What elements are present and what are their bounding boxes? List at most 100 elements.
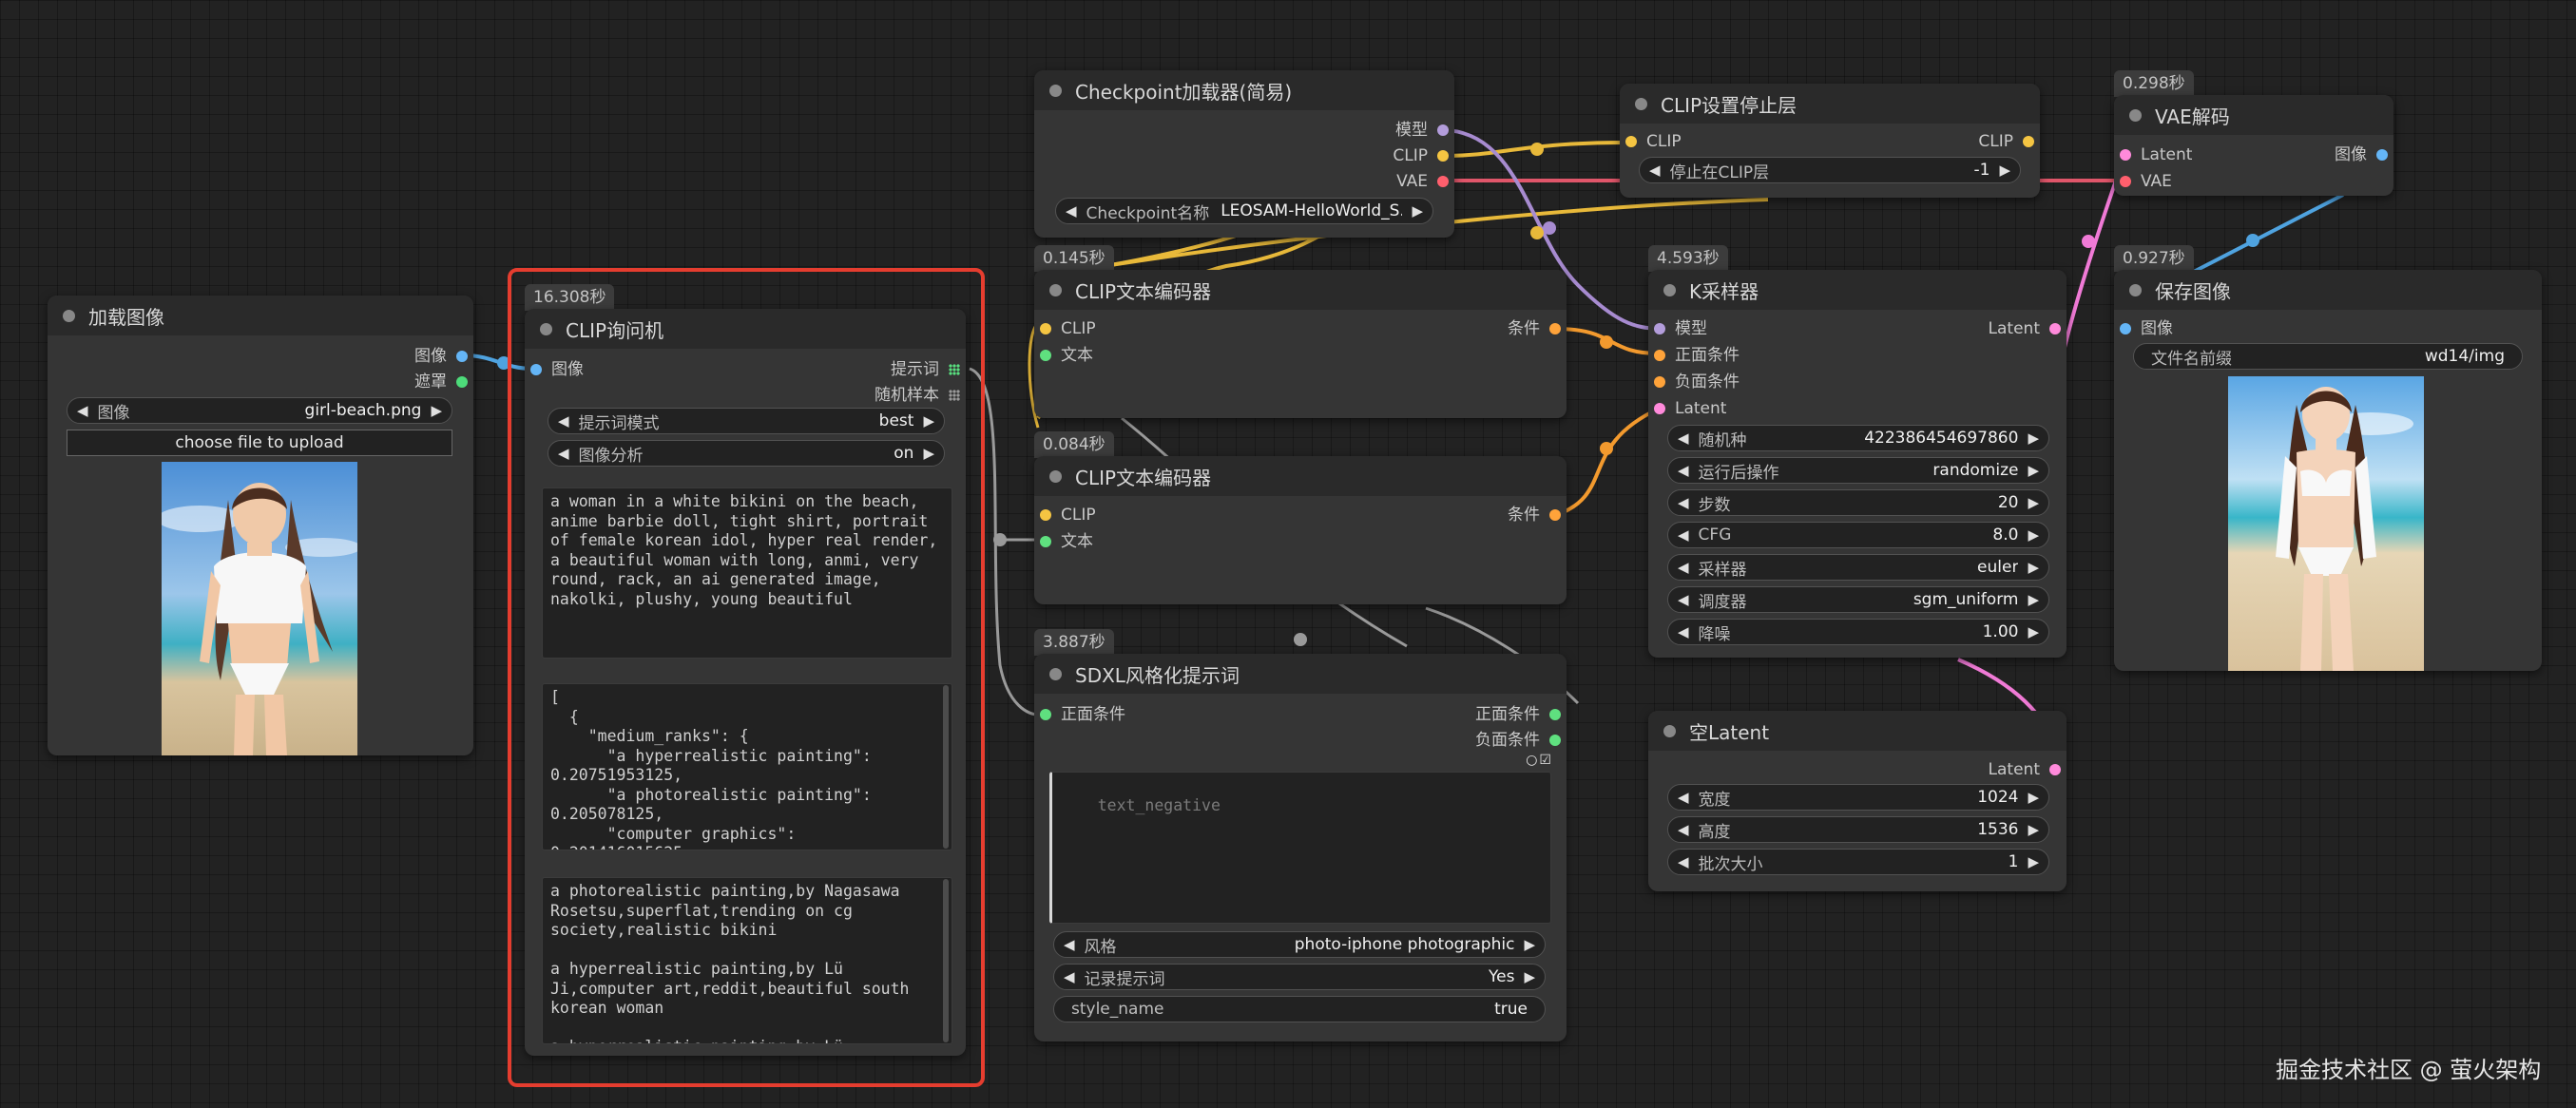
- left-arrow-icon[interactable]: ◀: [1668, 494, 1699, 511]
- ksampler-title-bar[interactable]: K采样器: [1648, 270, 2067, 310]
- clip-text-encoder-node-1[interactable]: CLIP文本编码器 CLIP 文本 条件: [1034, 270, 1567, 418]
- output-clip[interactable]: CLIP: [1978, 129, 2040, 154]
- input-positive[interactable]: 正面条件: [1034, 702, 1125, 727]
- vae-decode-node[interactable]: VAE解码 Latent VAE 图像: [2114, 95, 2393, 196]
- ksampler-node[interactable]: K采样器 模型 正面条件 负面条件 Latent Latent ◀ 随机种 42…: [1648, 270, 2067, 658]
- widget-toggle-icons[interactable]: ○☑: [1526, 753, 1553, 768]
- right-arrow-icon[interactable]: ▶: [1990, 162, 2020, 179]
- input-clip-dot-icon[interactable]: [1040, 323, 1051, 334]
- left-arrow-icon[interactable]: ◀: [1668, 853, 1699, 870]
- seed-combo[interactable]: ◀ 随机种 422386454697860 ▶: [1667, 425, 2049, 451]
- output-vae-dot-icon[interactable]: [1437, 176, 1449, 187]
- output-model[interactable]: 模型: [1395, 118, 1454, 143]
- right-arrow-icon[interactable]: ▶: [2018, 623, 2048, 640]
- left-arrow-icon[interactable]: ◀: [1640, 162, 1670, 179]
- input-text-dot-icon[interactable]: [1040, 350, 1051, 361]
- batch-size-combo[interactable]: ◀ 批次大小 1 ▶: [1667, 849, 2049, 875]
- input-clip[interactable]: CLIP: [1620, 129, 1682, 154]
- checkpoint-name-combo[interactable]: ◀ Checkpoint名称 LEOSAM-HelloWorld_S... ▶: [1055, 198, 1433, 224]
- output-positive-dot-icon[interactable]: [1549, 709, 1561, 720]
- input-text[interactable]: 文本: [1034, 343, 1093, 368]
- collapse-dot-icon[interactable]: [2129, 283, 2142, 296]
- output-conditioning[interactable]: 条件: [1508, 316, 1567, 341]
- left-arrow-icon[interactable]: ◀: [1668, 789, 1699, 806]
- input-positive-dot-icon[interactable]: [1654, 350, 1665, 361]
- input-clip-dot-icon[interactable]: [1625, 136, 1637, 147]
- cfg-combo[interactable]: ◀ CFG 8.0 ▶: [1667, 522, 2049, 548]
- collapse-dot-icon[interactable]: [1049, 84, 1062, 97]
- left-arrow-icon[interactable]: ◀: [1668, 430, 1699, 447]
- right-arrow-icon[interactable]: ▶: [2018, 494, 2048, 511]
- output-clip[interactable]: CLIP: [1393, 143, 1454, 168]
- left-arrow-icon[interactable]: ◀: [1668, 462, 1699, 479]
- collapse-dot-icon[interactable]: [1663, 724, 1676, 737]
- left-arrow-icon[interactable]: ◀: [1054, 968, 1085, 985]
- left-arrow-icon[interactable]: ◀: [1668, 623, 1699, 640]
- input-text[interactable]: 文本: [1034, 529, 1093, 554]
- input-latent[interactable]: Latent: [2114, 143, 2192, 167]
- right-arrow-icon[interactable]: ▶: [2018, 430, 2048, 447]
- input-model[interactable]: 模型: [1648, 316, 1707, 341]
- collapse-dot-icon[interactable]: [2129, 108, 2142, 122]
- right-arrow-icon[interactable]: ▶: [2018, 821, 2048, 838]
- output-vae[interactable]: VAE: [1396, 169, 1454, 194]
- output-image-dot-icon[interactable]: [2376, 149, 2388, 161]
- output-image[interactable]: 图像: [414, 344, 473, 369]
- left-arrow-icon[interactable]: ◀: [1668, 591, 1699, 608]
- load-image-title-bar[interactable]: 加载图像: [48, 296, 473, 335]
- output-mask[interactable]: 遮罩: [414, 370, 473, 394]
- input-vae-dot-icon[interactable]: [2120, 176, 2131, 187]
- input-positive[interactable]: 正面条件: [1648, 343, 1740, 368]
- style-name-field[interactable]: style_name true: [1053, 996, 1546, 1022]
- input-clip[interactable]: CLIP: [1034, 503, 1096, 527]
- collapse-dot-icon[interactable]: [1663, 283, 1676, 296]
- control-after-generate-combo[interactable]: ◀ 运行后操作 randomize ▶: [1667, 457, 2049, 484]
- clip-stop-title-bar[interactable]: CLIP设置停止层: [1620, 84, 2040, 124]
- denoise-combo[interactable]: ◀ 降噪 1.00 ▶: [1667, 619, 2049, 645]
- style-combo[interactable]: ◀ 风格 photo-iphone photographic ▶: [1053, 931, 1546, 958]
- left-arrow-icon[interactable]: ◀: [1668, 526, 1699, 544]
- height-combo[interactable]: ◀ 高度 1536 ▶: [1667, 816, 2049, 843]
- log-prompt-combo[interactable]: ◀ 记录提示词 Yes ▶: [1053, 964, 1546, 990]
- clip-text-encoder-title-bar[interactable]: CLIP文本编码器: [1034, 456, 1567, 496]
- right-arrow-icon[interactable]: ▶: [2018, 526, 2048, 544]
- output-conditioning-dot-icon[interactable]: [1549, 323, 1561, 334]
- empty-latent-title-bar[interactable]: 空Latent: [1648, 711, 2067, 751]
- input-latent-dot-icon[interactable]: [2120, 149, 2131, 161]
- input-latent[interactable]: Latent: [1648, 396, 1726, 421]
- left-arrow-icon[interactable]: ◀: [1668, 821, 1699, 838]
- input-clip[interactable]: CLIP: [1034, 316, 1096, 341]
- output-mask-dot-icon[interactable]: [456, 376, 468, 388]
- steps-combo[interactable]: ◀ 步数 20 ▶: [1667, 489, 2049, 516]
- right-arrow-icon[interactable]: ▶: [2018, 462, 2048, 479]
- output-image[interactable]: 图像: [2335, 143, 2393, 167]
- clip-text-encoder-title-bar[interactable]: CLIP文本编码器: [1034, 270, 1567, 310]
- input-negative[interactable]: 负面条件: [1648, 370, 1740, 394]
- left-arrow-icon[interactable]: ◀: [1056, 202, 1086, 220]
- checkpoint-title-bar[interactable]: Checkpoint加载器(简易): [1034, 70, 1454, 110]
- output-image-dot-icon[interactable]: [456, 351, 468, 362]
- right-arrow-icon[interactable]: ▶: [2018, 591, 2048, 608]
- right-arrow-icon[interactable]: ▶: [421, 402, 452, 419]
- filename-prefix-field[interactable]: 文件名前缀 wd14/img: [2133, 343, 2523, 370]
- output-latent[interactable]: Latent: [1989, 316, 2067, 341]
- input-text-dot-icon[interactable]: [1040, 536, 1051, 547]
- output-negative-dot-icon[interactable]: [1549, 735, 1561, 746]
- upload-button[interactable]: choose file to upload: [67, 430, 452, 456]
- right-arrow-icon[interactable]: ▶: [1514, 968, 1545, 985]
- output-latent-dot-icon[interactable]: [2049, 323, 2061, 334]
- output-latent-dot-icon[interactable]: [2049, 764, 2061, 775]
- right-arrow-icon[interactable]: ▶: [2018, 789, 2048, 806]
- load-image-node[interactable]: 加载图像 图像 遮罩 ◀ 图像 girl-beach.png ▶ choose …: [48, 296, 473, 755]
- collapse-dot-icon[interactable]: [1635, 97, 1647, 110]
- save-image-node[interactable]: 保存图像 图像 文件名前缀 wd14/img: [2114, 270, 2542, 671]
- input-model-dot-icon[interactable]: [1654, 323, 1665, 334]
- output-conditioning-dot-icon[interactable]: [1549, 509, 1561, 521]
- input-positive-dot-icon[interactable]: [1040, 709, 1051, 720]
- sampler-combo[interactable]: ◀ 采样器 euler ▶: [1667, 554, 2049, 581]
- clip-text-encoder-node-2[interactable]: CLIP文本编码器 CLIP 文本 条件: [1034, 456, 1567, 604]
- left-arrow-icon[interactable]: ◀: [1668, 559, 1699, 576]
- input-image-dot-icon[interactable]: [2120, 323, 2131, 334]
- input-clip-dot-icon[interactable]: [1040, 509, 1051, 521]
- left-arrow-icon[interactable]: ◀: [1054, 936, 1085, 953]
